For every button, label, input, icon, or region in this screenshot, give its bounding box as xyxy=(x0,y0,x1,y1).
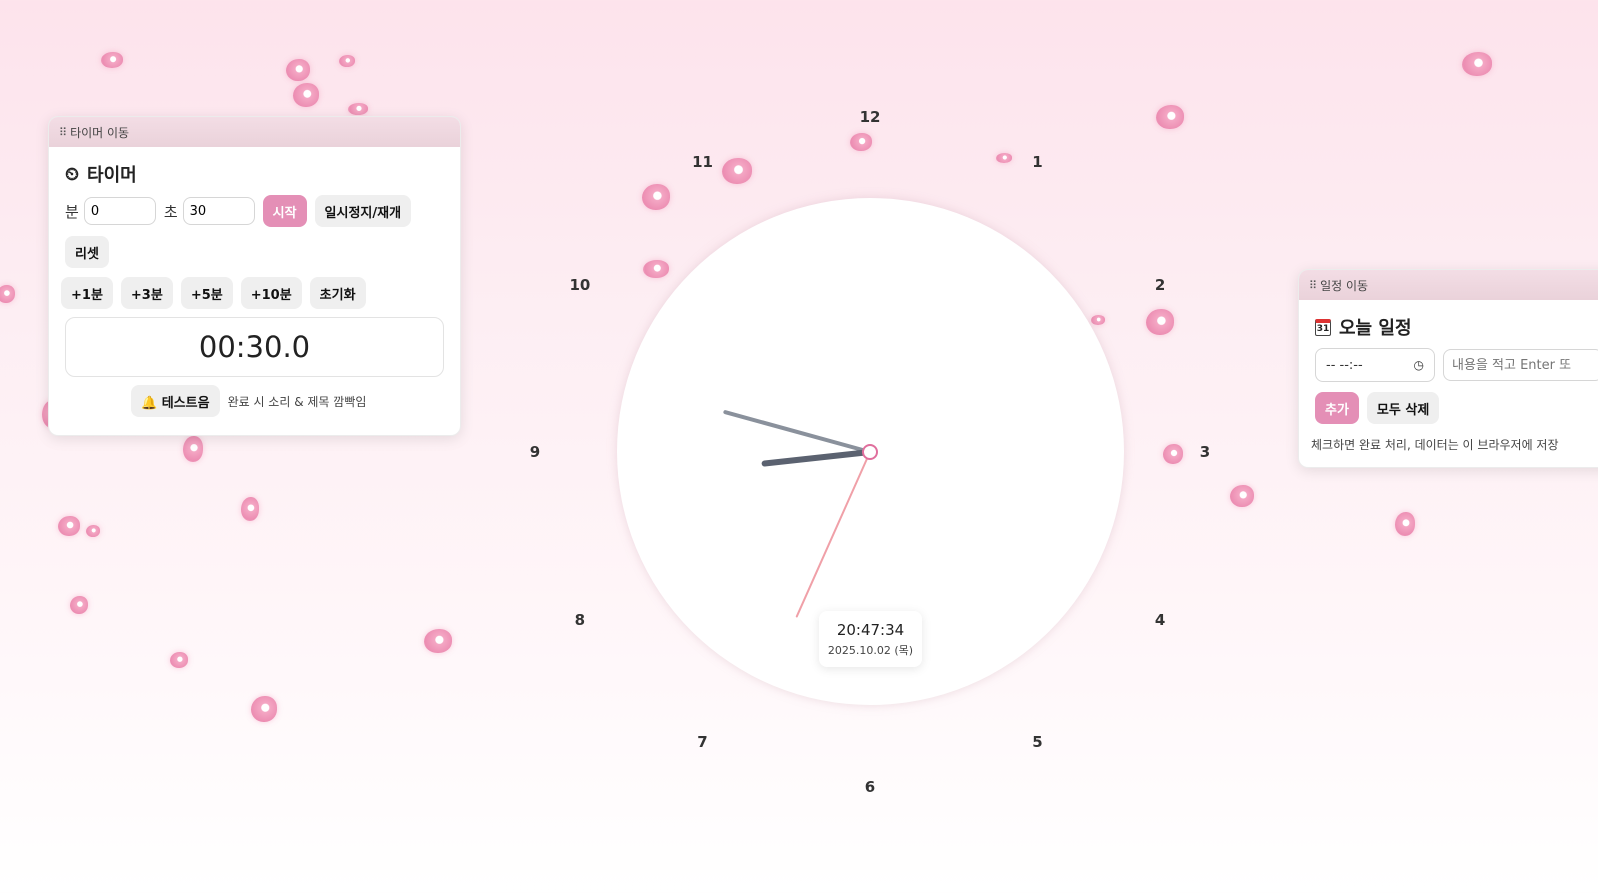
add-10min-button[interactable]: +10분 xyxy=(240,277,302,309)
drag-grip-icon: ⠿ xyxy=(1309,278,1317,292)
clock-number-10: 10 xyxy=(569,275,591,294)
clear-button[interactable]: 초기화 xyxy=(309,277,366,309)
add-schedule-button[interactable]: 추가 xyxy=(1315,392,1359,424)
alarm-clock-icon: ⏲ xyxy=(65,163,80,185)
seconds-input[interactable] xyxy=(182,197,255,225)
timer-title: ⏲ 타이머 xyxy=(65,161,444,187)
petal xyxy=(101,52,123,68)
petal xyxy=(642,184,670,210)
pause-resume-button[interactable]: 일시정지/재개 xyxy=(314,195,412,227)
petal xyxy=(1156,105,1184,129)
time-input[interactable]: -- --:-- ◷ xyxy=(1315,348,1435,382)
clock-number-12: 12 xyxy=(859,108,881,126)
clock-number-11: 11 xyxy=(692,152,713,171)
petal xyxy=(0,285,15,303)
clock-number-9: 9 xyxy=(529,443,541,461)
petal xyxy=(339,55,355,67)
schedule-title-text: 오늘 일정 xyxy=(1339,318,1412,339)
petal xyxy=(70,596,88,614)
time-placeholder: -- --:-- xyxy=(1326,357,1363,373)
schedule-note: 체크하면 완료 처리, 데이터는 이 브라우저에 저장 xyxy=(1311,438,1559,452)
test-sound-label: 테스트음 xyxy=(161,395,210,411)
petal xyxy=(1163,444,1183,464)
delete-all-button[interactable]: 모두 삭제 xyxy=(1366,392,1440,424)
petal xyxy=(241,497,259,521)
add-1min-button[interactable]: +1분 xyxy=(61,277,113,309)
petal xyxy=(348,103,368,115)
test-sound-button[interactable]: 🔔 테스트음 xyxy=(131,385,220,417)
petal xyxy=(1395,512,1415,536)
bell-icon: 🔔 xyxy=(141,395,158,411)
schedule-drag-label: 일정 이동 xyxy=(1320,278,1369,293)
petal xyxy=(1462,52,1492,76)
reset-button[interactable]: 리셋 xyxy=(65,236,109,268)
clock-number-5: 5 xyxy=(1032,733,1043,752)
petal xyxy=(170,652,188,668)
schedule-title: 31 오늘 일정 xyxy=(1315,314,1598,340)
clock-number-7: 7 xyxy=(697,733,708,752)
start-button[interactable]: 시작 xyxy=(262,195,307,227)
petal xyxy=(293,83,319,107)
minutes-label: 분 xyxy=(65,202,79,221)
digital-date: 2025.10.02 (목) xyxy=(827,644,914,657)
petal xyxy=(58,516,80,536)
schedule-panel: ⠿ 일정 이동 31 오늘 일정 -- --:-- ◷ 추가 모두 삭제 체크하… xyxy=(1298,269,1598,468)
clock-number-4: 4 xyxy=(1154,610,1166,629)
petal xyxy=(286,59,310,81)
digital-time: 20:47:34 xyxy=(836,621,905,639)
petal xyxy=(424,629,452,653)
petal xyxy=(251,696,277,722)
timer-panel: ⠿ 타이머 이동 ⏲ 타이머 분 초 시작 일시정지/재개 리셋 +1분 +3분… xyxy=(48,116,461,436)
clock-number-6: 6 xyxy=(864,778,876,796)
add-3min-button[interactable]: +3분 xyxy=(120,277,173,309)
petal xyxy=(86,525,100,537)
clock-number-8: 8 xyxy=(574,610,586,629)
seconds-label: 초 xyxy=(163,202,178,221)
petal xyxy=(1091,315,1105,325)
completion-note: 완료 시 소리 & 제목 깜빡임 xyxy=(227,394,367,409)
petal xyxy=(850,133,872,151)
schedule-drag-handle[interactable]: ⠿ 일정 이동 xyxy=(1299,270,1598,300)
petal xyxy=(643,260,669,278)
add-5min-button[interactable]: +5분 xyxy=(180,277,233,309)
drag-grip-icon: ⠿ xyxy=(59,125,67,139)
petal xyxy=(183,436,203,462)
timer-drag-handle[interactable]: ⠿ 타이머 이동 xyxy=(49,117,460,147)
clock-icon: ◷ xyxy=(1413,358,1424,372)
clock-number-3: 3 xyxy=(1199,443,1211,461)
timer-display: 00:30.0 xyxy=(65,317,444,377)
timer-drag-label: 타이머 이동 xyxy=(70,125,130,140)
minutes-input[interactable] xyxy=(83,197,156,225)
petal xyxy=(996,153,1012,163)
digital-clock: 20:47:34 2025.10.02 (목) xyxy=(819,611,922,667)
petal xyxy=(1146,309,1174,335)
clock-number-2: 2 xyxy=(1154,275,1166,294)
petal xyxy=(722,158,752,184)
timer-title-text: 타이머 xyxy=(87,165,137,186)
clock-number-1: 1 xyxy=(1032,152,1043,171)
calendar-icon: 31 xyxy=(1315,318,1331,336)
petal xyxy=(1230,485,1254,507)
schedule-content-input[interactable] xyxy=(1443,349,1598,381)
